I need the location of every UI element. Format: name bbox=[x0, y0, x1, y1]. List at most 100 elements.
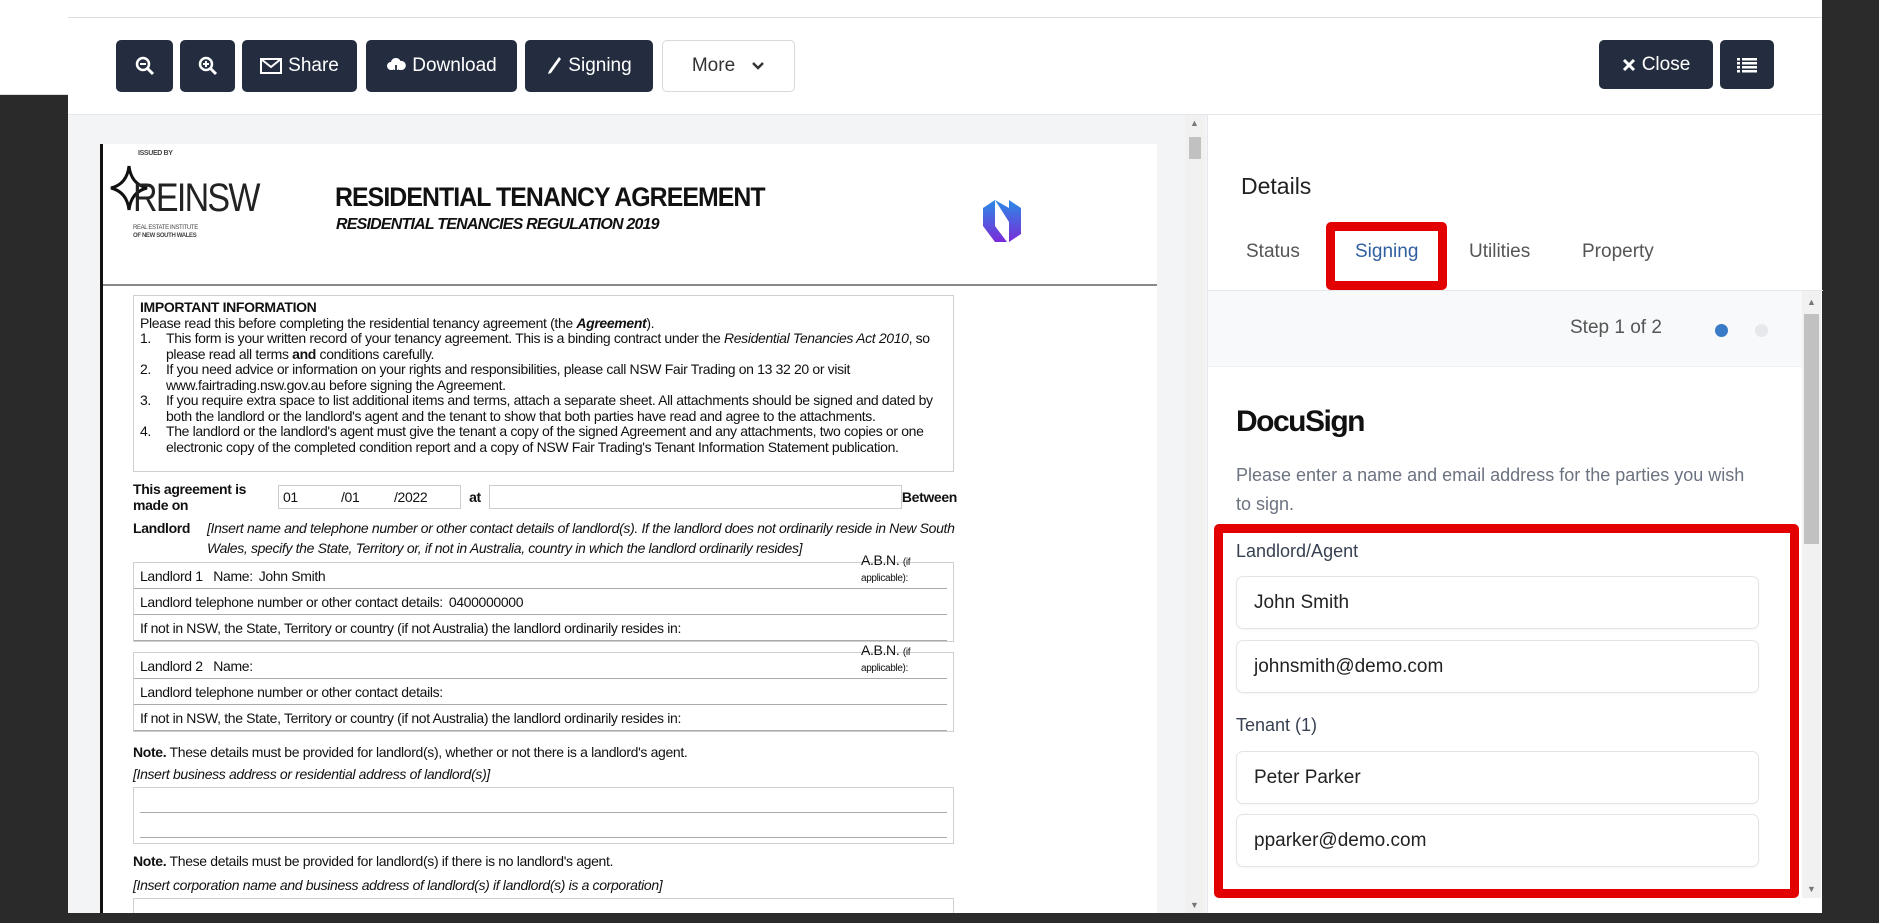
document-scrollbar[interactable]: ▲ ▼ bbox=[1185, 115, 1205, 913]
intro-end: ). bbox=[646, 314, 655, 331]
important-intro: Please read this before completing the r… bbox=[140, 314, 947, 332]
logo-sub1: REAL ESTATE INSTITUTE bbox=[133, 225, 198, 231]
zoom-out-button[interactable] bbox=[116, 40, 173, 92]
date-day: 01 bbox=[282, 489, 298, 505]
landlord-agent-label: Landlord/Agent bbox=[1236, 541, 1359, 561]
landlord-email-input[interactable]: johnsmith@demo.com bbox=[1236, 640, 1759, 693]
zoom-in-button[interactable] bbox=[180, 40, 235, 92]
more-dropdown[interactable]: More bbox=[662, 40, 795, 92]
pen-icon bbox=[548, 57, 562, 74]
tab-utilities[interactable]: Utilities bbox=[1469, 241, 1530, 263]
share-button[interactable]: Share bbox=[242, 40, 357, 92]
document-preview[interactable]: ISSUED BY REINSW REAL ESTATE INSTITUTE OF… bbox=[68, 115, 1207, 913]
resides-label: If not in NSW, the State, Territory or c… bbox=[140, 710, 681, 726]
made-on-label: This agreement is made on bbox=[133, 481, 247, 513]
close-button[interactable]: Close bbox=[1599, 40, 1713, 89]
tenant-email-input[interactable]: pparker@demo.com bbox=[1236, 814, 1759, 867]
note-text: These details must be provided for landl… bbox=[166, 853, 614, 869]
agreement-date-row: This agreement is made on 01/01/2022 at … bbox=[133, 481, 957, 513]
abn: A.B.N. bbox=[861, 552, 900, 568]
chevron-down-icon bbox=[752, 62, 764, 70]
panel-scrollbar[interactable]: ▲ ▼ bbox=[1802, 291, 1821, 898]
document-title: RESIDENTIAL TENANCY AGREEMENT bbox=[335, 182, 766, 212]
document-viewer-modal: Share Download Signing More Close ISSUED… bbox=[68, 18, 1823, 913]
item-number: 2. bbox=[140, 361, 151, 377]
tenant-label: Tenant (1) bbox=[1236, 715, 1318, 735]
brand-logo-icon bbox=[983, 200, 1021, 242]
scroll-thumb[interactable] bbox=[1189, 137, 1201, 159]
landlord-1-phone-row[interactable]: Landlord telephone number or other conta… bbox=[134, 589, 947, 615]
note-text: These details must be provided for landl… bbox=[166, 744, 688, 760]
step-dot bbox=[1755, 324, 1768, 337]
item-text: If you require extra space to list addit… bbox=[166, 392, 933, 424]
intro-text: Please read this before completing the r… bbox=[140, 314, 577, 331]
cloud-download-icon bbox=[387, 57, 407, 75]
note-bold: Note. bbox=[133, 744, 167, 760]
step-dot-active bbox=[1715, 324, 1728, 337]
logo-sub2: OF NEW SOUTH WALES bbox=[133, 233, 197, 239]
list-menu-button[interactable] bbox=[1720, 40, 1774, 89]
zoom-out-icon bbox=[135, 56, 154, 76]
between-label: Between bbox=[901, 489, 957, 505]
landlord-2-resides-row[interactable]: If not in NSW, the State, Territory or c… bbox=[134, 705, 947, 731]
share-label: Share bbox=[288, 55, 339, 76]
item-number: 3. bbox=[140, 392, 151, 408]
signing-button[interactable]: Signing bbox=[525, 40, 653, 92]
date-field[interactable]: 01/01/2022 bbox=[277, 485, 461, 509]
close-label: Close bbox=[1641, 53, 1691, 75]
important-information-box: IMPORTANT INFORMATION Please read this b… bbox=[133, 295, 954, 472]
close-icon bbox=[1622, 58, 1635, 71]
landlord-address-box[interactable] bbox=[133, 787, 954, 844]
zoom-in-icon bbox=[198, 56, 217, 76]
date-year: /2022 bbox=[393, 489, 428, 505]
landlord-instruction-text: [Insert name and telephone number or oth… bbox=[207, 520, 955, 556]
abn-label: A.B.N. (if applicable): bbox=[861, 552, 947, 584]
document-subtitle: RESIDENTIAL TENANCIES REGULATION 2019 bbox=[336, 216, 660, 233]
item-italic: Residential Tenancies Act 2010 bbox=[723, 330, 909, 346]
download-button[interactable]: Download bbox=[366, 40, 517, 92]
landlord-name-input[interactable]: John Smith bbox=[1236, 576, 1759, 629]
toolbar: Share Download Signing More Close bbox=[68, 18, 1822, 115]
item-bold: and bbox=[292, 345, 316, 362]
landlord-2-box: Landlord 2 Name: A.B.N. (if applicable): … bbox=[133, 642, 954, 732]
tenant-name-input[interactable]: Peter Parker bbox=[1236, 751, 1759, 804]
landlord-1-resides-row[interactable]: If not in NSW, the State, Territory or c… bbox=[134, 615, 947, 641]
download-label: Download bbox=[412, 55, 497, 76]
name-label: Landlord 2 Name: bbox=[140, 658, 253, 674]
tab-status[interactable]: Status bbox=[1246, 241, 1300, 263]
reinsw-logo-sub: REAL ESTATE INSTITUTE OF NEW SOUTH WALES bbox=[133, 224, 198, 240]
document-page: ISSUED BY REINSW REAL ESTATE INSTITUTE OF… bbox=[100, 144, 1157, 913]
tab-property[interactable]: Property bbox=[1582, 241, 1654, 263]
location-field[interactable] bbox=[488, 485, 902, 509]
landlord-2-name-row[interactable]: Landlord 2 Name: A.B.N. (if applicable): bbox=[134, 642, 947, 679]
docusign-logo: DocuSign bbox=[1236, 405, 1366, 438]
panel-scroll-thumb[interactable] bbox=[1804, 314, 1819, 544]
issued-by: ISSUED BY bbox=[138, 150, 173, 157]
bookmarks-bar bbox=[68, 0, 1822, 18]
note-1: Note. These details must be provided for… bbox=[133, 744, 688, 760]
item-text: This form is your written record of your… bbox=[166, 330, 724, 346]
envelope-icon bbox=[260, 58, 283, 74]
item-text: The landlord or the landlord's agent mus… bbox=[166, 423, 924, 455]
important-item-4: 4. The landlord or the landlord's agent m… bbox=[140, 423, 947, 455]
reinsw-logo: REINSW bbox=[133, 176, 260, 220]
important-item-1: 1. This form is your written record of yo… bbox=[140, 330, 947, 362]
landlord-label: Landlord bbox=[133, 520, 191, 536]
item-number: 1. bbox=[140, 330, 151, 346]
tab-signing[interactable]: Signing bbox=[1355, 241, 1418, 263]
signing-instructions: Please enter a name and email address fo… bbox=[1236, 465, 1745, 514]
landlord-1-box: Landlord 1 Name: John Smith A.B.N. (if app… bbox=[133, 552, 954, 642]
landlord-1-name-row[interactable]: Landlord 1 Name: John Smith A.B.N. (if app… bbox=[134, 552, 947, 589]
landlord-2-phone-row[interactable]: Landlord telephone number or other conta… bbox=[134, 679, 947, 705]
date-month: /01 bbox=[340, 489, 360, 505]
important-item-3: 3. If you require extra space to list add… bbox=[140, 392, 947, 424]
landlord-instruction: Landlord [Insert name and telephone numb… bbox=[133, 518, 959, 558]
details-panel: Details Status Signing Utilities Propert… bbox=[1207, 115, 1823, 913]
note-1-instruction: [Insert business address or residential … bbox=[133, 766, 490, 782]
header-divider bbox=[103, 284, 1157, 286]
item-number: 4. bbox=[140, 423, 151, 439]
corporation-box[interactable] bbox=[133, 898, 954, 913]
panel-title: Details bbox=[1241, 173, 1312, 199]
background-left bbox=[0, 0, 68, 923]
note-2: Note. These details must be provided for… bbox=[133, 853, 613, 869]
